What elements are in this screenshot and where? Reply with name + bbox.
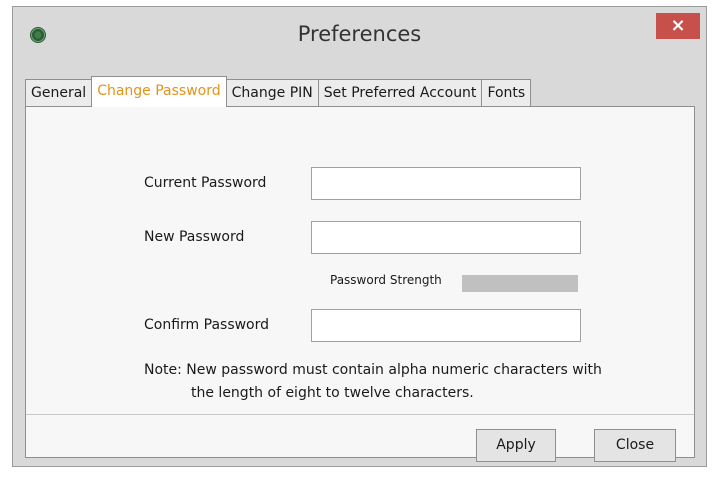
change-password-panel: Current Password New Password Password S… bbox=[25, 106, 695, 462]
new-password-input[interactable] bbox=[311, 221, 581, 254]
password-note: Note: New password must contain alpha nu… bbox=[144, 359, 602, 405]
new-password-label: New Password bbox=[144, 229, 245, 245]
tab-change-pin[interactable]: Change PIN bbox=[225, 79, 319, 107]
password-note-line1: Note: New password must contain alpha nu… bbox=[144, 362, 602, 378]
current-password-input[interactable] bbox=[311, 167, 581, 200]
password-strength-bar bbox=[462, 275, 578, 292]
apply-button[interactable]: Apply bbox=[476, 429, 556, 462]
tab-bar: General Change Password Change PIN Set P… bbox=[25, 76, 532, 107]
close-button[interactable]: Close bbox=[594, 429, 676, 462]
password-strength-label: Password Strength bbox=[330, 273, 442, 287]
title-bar[interactable]: Preferences × bbox=[13, 7, 706, 65]
preferences-window: Preferences × General Change Password Ch… bbox=[12, 6, 707, 467]
confirm-password-input[interactable] bbox=[311, 309, 581, 342]
window-close-button[interactable]: × bbox=[656, 13, 700, 39]
password-note-line2: the length of eight to twelve characters… bbox=[191, 385, 474, 401]
panel-divider bbox=[26, 414, 694, 415]
tab-set-preferred-account[interactable]: Set Preferred Account bbox=[317, 79, 483, 107]
close-icon: × bbox=[670, 15, 686, 36]
confirm-password-label: Confirm Password bbox=[144, 317, 270, 333]
tab-fonts[interactable]: Fonts bbox=[481, 79, 532, 107]
current-password-label: Current Password bbox=[144, 175, 267, 191]
tab-change-password[interactable]: Change Password bbox=[91, 76, 227, 107]
tab-general[interactable]: General bbox=[25, 79, 93, 107]
window-title: Preferences bbox=[297, 22, 422, 46]
